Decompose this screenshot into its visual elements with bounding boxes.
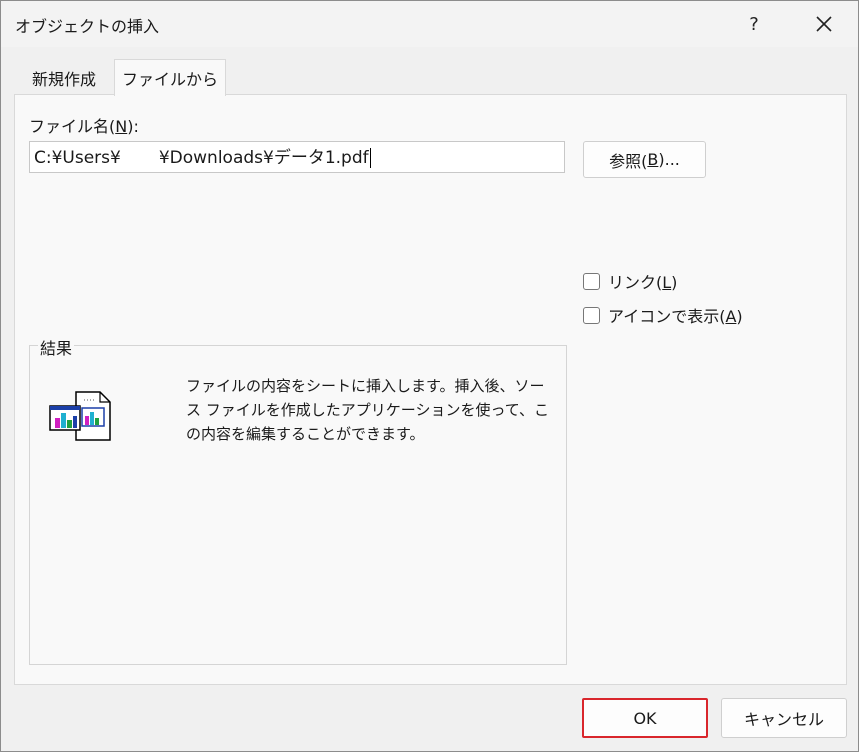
result-group: 結果 ファイルの内容をシートに挿入します。挿入後、ソース ファイルを作成したアプ… [29, 335, 567, 665]
tab-panel-from-file: ファイル名(N): C:¥Users¥ ¥Downloads¥データ1.pdf 参… [14, 94, 847, 685]
link-checkbox-label: リンク(L) [608, 273, 678, 292]
close-button[interactable] [801, 5, 847, 43]
dialog-title: オブジェクトの挿入 [15, 17, 160, 36]
help-button[interactable]: ? [731, 5, 777, 43]
display-as-icon-checkbox[interactable] [583, 306, 600, 324]
browse-button[interactable]: 参照(B)... [583, 141, 706, 178]
title-bar: オブジェクトの挿入 ? [1, 1, 858, 47]
ok-button[interactable]: OK [582, 698, 708, 738]
result-legend: 結果 [38, 335, 75, 359]
file-name-label: ファイル名(N): [29, 117, 139, 136]
tab-from-file[interactable]: ファイルから [114, 59, 226, 96]
tab-create-new[interactable]: 新規作成 [15, 62, 113, 93]
cancel-button[interactable]: キャンセル [721, 698, 847, 738]
file-name-input[interactable]: C:¥Users¥ ¥Downloads¥データ1.pdf [29, 141, 565, 173]
result-description: ファイルの内容をシートに挿入します。挿入後、ソース ファイルを作成したアプリケー… [186, 377, 549, 443]
display-as-icon-label: アイコンで表示(A) [608, 307, 743, 326]
insert-object-dialog: オブジェクトの挿入 ? 新規作成 ファイルから ファイル名(N): C:¥Use… [0, 0, 859, 752]
text-caret [369, 148, 371, 168]
display-as-icon-checkbox-row[interactable]: アイコンで表示(A) [583, 303, 743, 327]
close-icon [816, 16, 832, 32]
link-checkbox-row[interactable]: リンク(L) [583, 269, 677, 293]
object-file-icon [49, 391, 111, 441]
link-checkbox[interactable] [583, 272, 600, 290]
